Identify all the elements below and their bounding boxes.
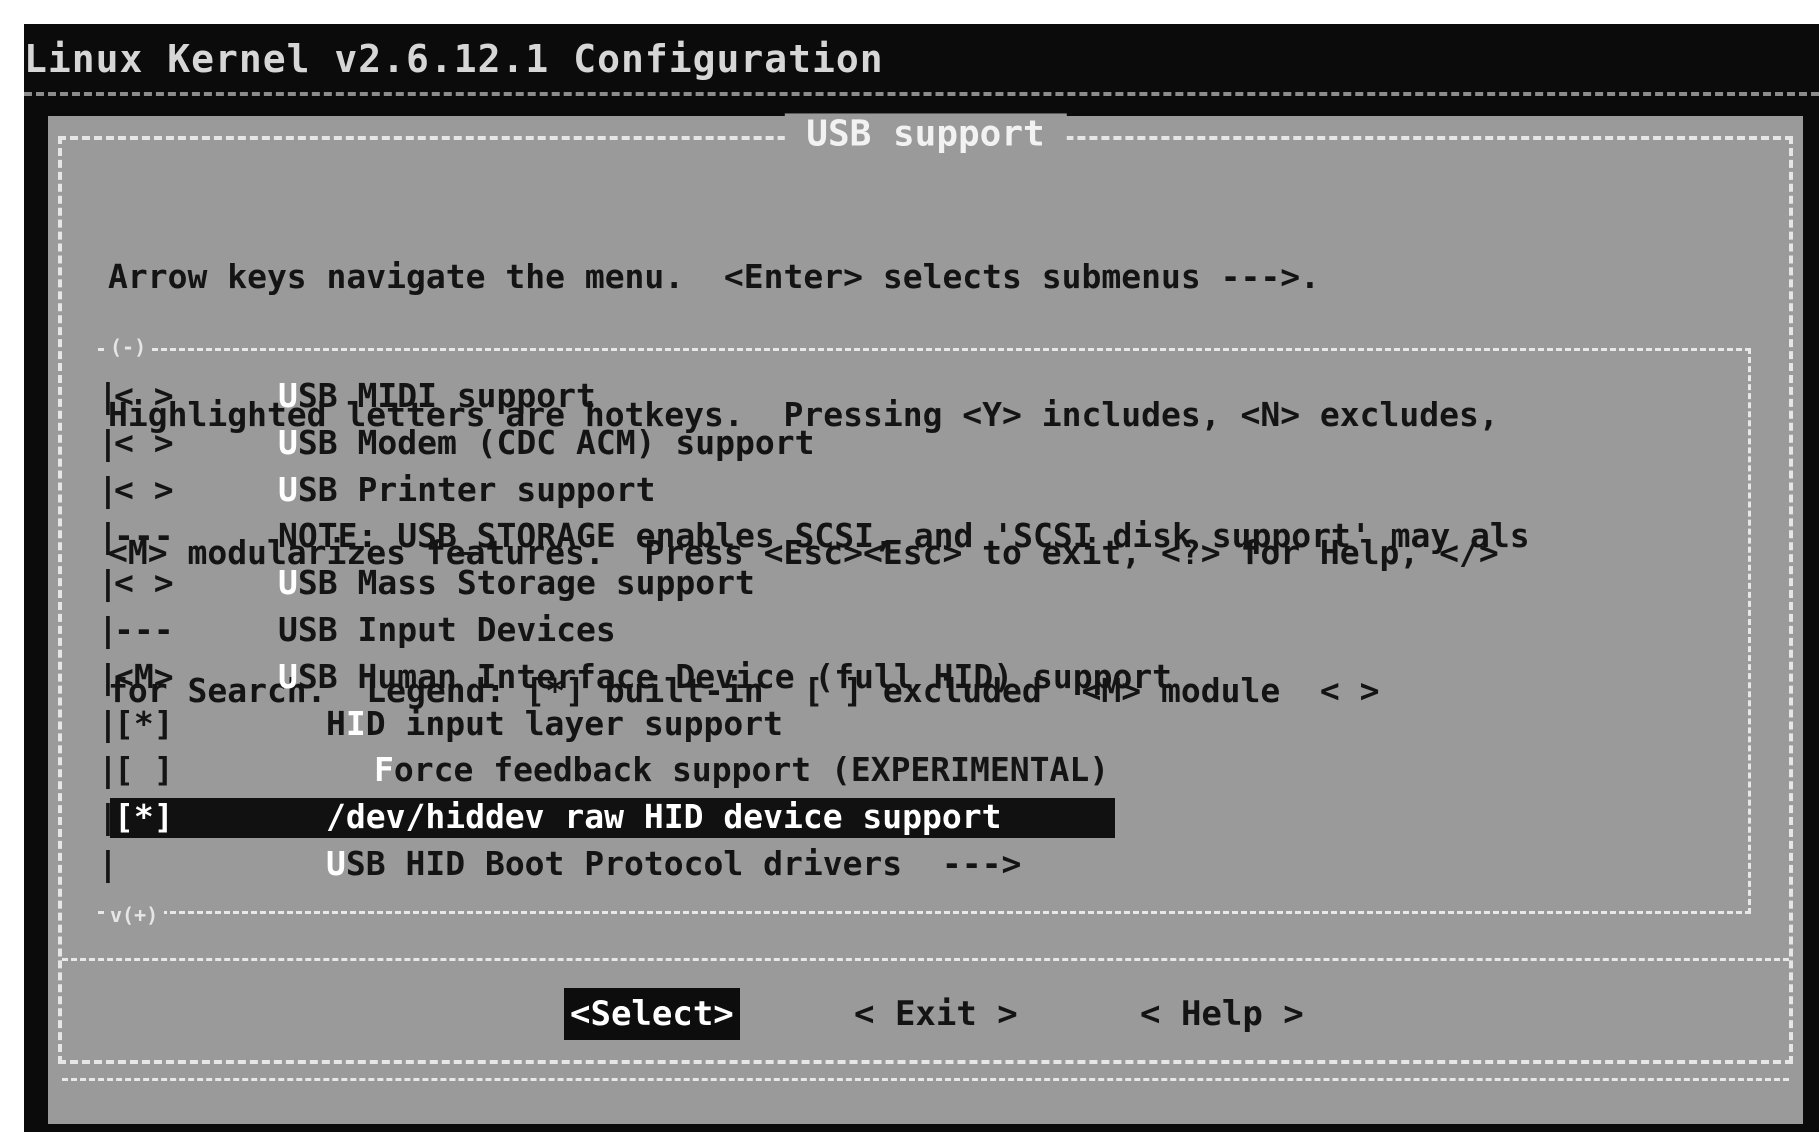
menu-item-text: SB MIDI support: [297, 376, 596, 415]
menu-item-label: USB HID Boot Protocol drivers --->: [326, 841, 1021, 888]
help-line: Arrow keys navigate the menu. <Enter> se…: [108, 257, 1320, 296]
menu-item[interactable]: | < > USB MIDI support: [98, 373, 1748, 420]
menu-border: |: [98, 656, 118, 696]
menu-item-label: USB Human Interface Device (full HID) su…: [278, 654, 1172, 701]
menu-item[interactable]: | --- USB Input Devices: [98, 607, 1748, 654]
menu-item[interactable]: | --- NOTE: USB_STORAGE enables SCSI, and …: [98, 513, 1748, 560]
menu-item-state[interactable]: < >: [114, 560, 174, 607]
menu-item[interactable]: | < > USB Mass Storage support: [98, 560, 1748, 607]
menu-item[interactable]: | <M> USB Human Interface Device (full HID…: [98, 654, 1748, 701]
menu-item[interactable]: | < > USB Printer support: [98, 467, 1748, 514]
menu-item-label: /dev/hiddev raw HID device support: [326, 794, 1002, 841]
menu-item-hotkey: U: [326, 843, 346, 883]
menu-item-text: /dev/hiddev raw HID device support: [326, 797, 1002, 837]
menu-item-label: USB Printer support: [278, 467, 656, 514]
menu-item-label: USB MIDI support: [278, 373, 596, 420]
menu-item-label: HID input layer support: [326, 701, 783, 748]
menu-item-hotkey: U: [278, 422, 298, 462]
menu-border: |: [98, 376, 118, 415]
menu-item-label: Force feedback support (EXPERIMENTAL): [374, 747, 1109, 794]
menu-border: |: [98, 422, 118, 462]
scroll-down-indicator[interactable]: v(+): [104, 903, 165, 927]
select-button[interactable]: <Select>: [564, 988, 740, 1040]
usb-support-dialog: USB support Arrow keys navigate the menu…: [48, 113, 1803, 1124]
menu-border: |: [98, 703, 118, 743]
menu-border: |: [98, 843, 118, 883]
menu-border: |: [98, 563, 118, 603]
menu-border: |: [98, 516, 118, 556]
window-title: Linux Kernel v2.6.12.1 Configuration: [24, 37, 884, 81]
title-divider: [24, 92, 1819, 96]
menu-item-hotkey: I: [345, 703, 366, 743]
menu-item-state[interactable]: <M>: [114, 654, 174, 701]
exit-button[interactable]: < Exit >: [848, 988, 1024, 1040]
menu-item-label: USB Modem (CDC ACM) support: [278, 420, 814, 467]
menu-box[interactable]: (-) | < > USB MIDI support | < > USB Modem (C…: [98, 335, 1751, 927]
menu-item-text: NOTE: USB_STORAGE enables SCSI, and 'SCS…: [278, 516, 1530, 556]
menu-item[interactable]: | USB HID Boot Protocol drivers --->: [98, 841, 1748, 888]
menu-border: |: [98, 750, 118, 790]
menu-item-text: SB Printer support: [297, 469, 656, 509]
menu-item-state[interactable]: < >: [114, 420, 174, 467]
menu-item-state[interactable]: ---: [114, 513, 174, 560]
menu-item-state[interactable]: < >: [114, 373, 174, 420]
buttons-divider: [62, 958, 1789, 961]
button-bar: <Select> < Exit > < Help >: [48, 988, 1803, 1044]
menu-item[interactable]: | < > USB Modem (CDC ACM) support: [98, 420, 1748, 467]
menu-item-text: USB Input Devices: [278, 609, 616, 649]
menu-item-hotkey: F: [374, 750, 394, 790]
menu-item-label: USB Input Devices: [278, 607, 616, 654]
menu-item-state[interactable]: [*]: [114, 794, 174, 841]
menu-border: |: [98, 609, 118, 649]
menu-item-text: SB Mass Storage support: [297, 563, 755, 603]
menu-item[interactable]: |[ ] Force feedback support (EXPERIMENTAL…: [98, 747, 1748, 794]
dialog-title: USB support: [784, 113, 1067, 155]
menu-item-state[interactable]: [ ]: [114, 747, 174, 794]
menu-item-text: orce feedback support (EXPERIMENTAL): [393, 750, 1110, 790]
menu-border: |: [98, 797, 118, 837]
menu-item-state[interactable]: < >: [114, 467, 174, 514]
help-button[interactable]: < Help >: [1134, 988, 1310, 1040]
menu-item-hotkey: U: [278, 376, 298, 415]
menu-list: | < > USB MIDI support | < > USB Modem (CDC A…: [98, 373, 1748, 888]
menu-item-text: D input layer support: [365, 703, 783, 743]
menu-item-prefix: H: [326, 703, 346, 743]
menu-item-state[interactable]: [*]: [114, 701, 174, 748]
menu-item-label: NOTE: USB_STORAGE enables SCSI, and 'SCS…: [278, 513, 1530, 560]
scroll-up-indicator[interactable]: (-): [104, 335, 153, 359]
terminal-screen: Linux Kernel v2.6.12.1 Configuration USB…: [24, 24, 1819, 1132]
menu-item-state[interactable]: ---: [114, 607, 174, 654]
menu-item[interactable]: | [*] /dev/hiddev raw HID device support: [98, 794, 1748, 841]
menu-border: |: [98, 469, 118, 509]
bottom-divider: [62, 1078, 1789, 1081]
menu-item[interactable]: | [*] HID input layer support: [98, 701, 1748, 748]
menu-item-label: USB Mass Storage support: [278, 560, 755, 607]
menu-item-text: SB Human Interface Device (full HID) sup…: [297, 656, 1173, 696]
menu-item-hotkey: U: [278, 469, 298, 509]
menu-item-hotkey: U: [278, 563, 298, 603]
menu-item-text: SB HID Boot Protocol drivers --->: [345, 843, 1022, 883]
menu-item-hotkey: U: [278, 656, 298, 696]
menu-item-text: SB Modem (CDC ACM) support: [297, 422, 815, 462]
